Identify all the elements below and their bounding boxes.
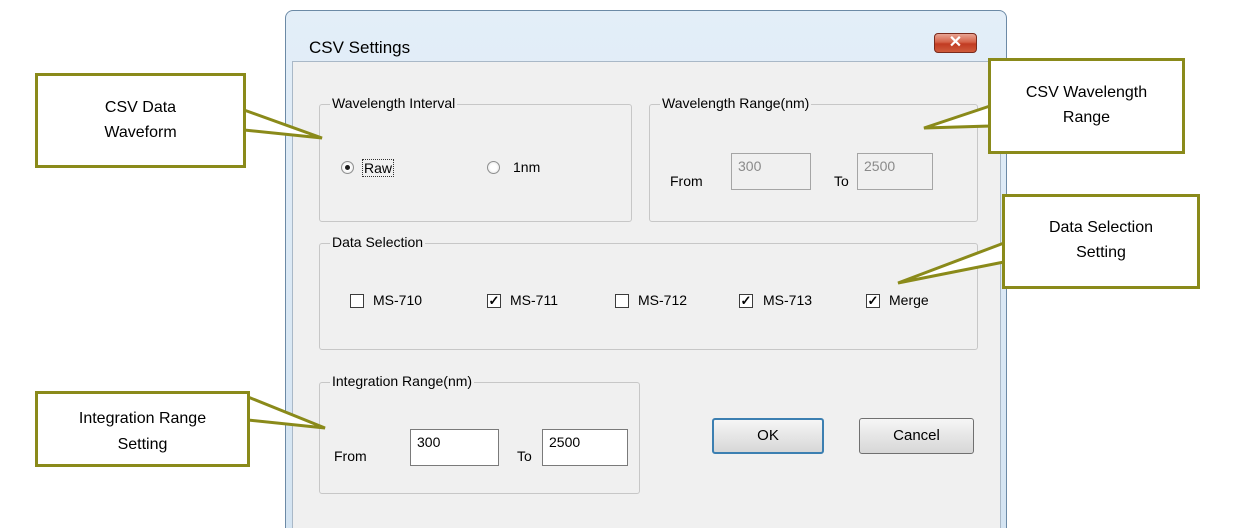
callout-data-selection-setting-line2: Setting — [1076, 244, 1126, 261]
csv-wavelength-range-pointer — [923, 103, 992, 130]
callout-data-selection-setting-line1: Data Selection — [1048, 219, 1154, 236]
csv-data-waveform-pointer — [242, 107, 323, 140]
integration-range-setting-pointer — [246, 394, 326, 430]
data-selection-setting-pointer — [897, 240, 1006, 285]
callout-integration-range-setting: Integration Range Setting — [35, 391, 250, 467]
callout-integration-range-setting-line1: Integration Range — [78, 410, 207, 427]
callout-csv-data-waveform-line2: Waveform — [104, 124, 177, 141]
callout-integration-range-setting-line2: Setting — [117, 436, 168, 453]
callout-csv-data-waveform: CSV Data Waveform — [35, 73, 246, 168]
callout-data-selection-setting: Data Selection Setting — [1002, 194, 1200, 289]
callout-csv-wavelength-range-line1: CSV Wavelength — [1025, 84, 1148, 101]
callout-csv-wavelength-range: CSV Wavelength Range — [988, 58, 1185, 154]
callout-csv-data-waveform-line1: CSV Data — [104, 99, 177, 116]
callout-csv-wavelength-range-line2: Range — [1062, 109, 1111, 126]
